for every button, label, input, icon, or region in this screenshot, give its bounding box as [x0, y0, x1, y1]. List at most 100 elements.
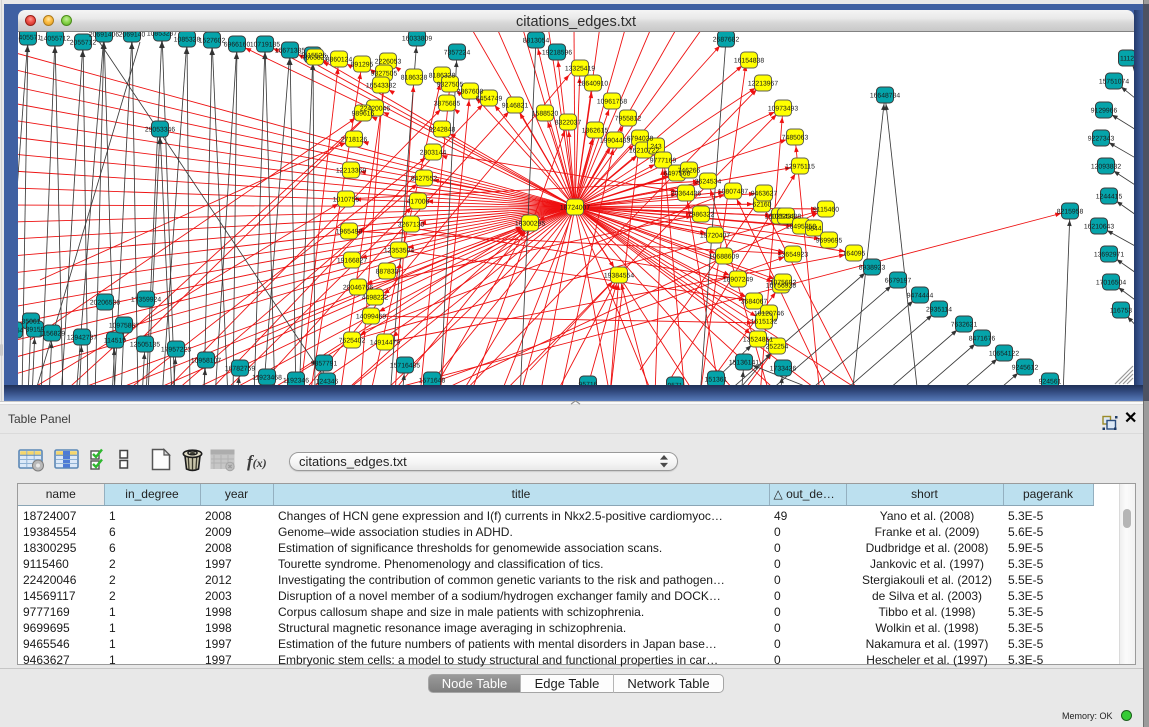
svg-text:18907249: 18907249	[723, 277, 753, 284]
svg-text:8454749: 8454749	[476, 96, 503, 103]
svg-text:95716: 95716	[579, 382, 598, 386]
svg-text:116753: 116753	[1110, 308, 1132, 315]
svg-text:12093832: 12093832	[1091, 164, 1121, 171]
svg-text:7485063: 7485063	[782, 135, 809, 142]
svg-text:10853287: 10853287	[147, 32, 177, 38]
svg-text:16120746: 16120746	[754, 311, 784, 318]
svg-text:10961758: 10961758	[597, 99, 627, 106]
svg-text:1075692: 1075692	[770, 280, 797, 287]
svg-text:19904483: 19904483	[600, 138, 630, 145]
svg-text:20691406: 20691406	[89, 32, 119, 39]
svg-text:9227343: 9227343	[1088, 136, 1115, 143]
svg-text:20364436: 20364436	[671, 191, 701, 198]
svg-text:18300295: 18300295	[515, 221, 545, 228]
svg-text:12942737: 12942737	[67, 335, 97, 342]
svg-text:17957223: 17957223	[161, 347, 191, 354]
svg-text:20046766: 20046766	[343, 285, 373, 292]
svg-text:9242848: 9242848	[429, 127, 456, 134]
svg-text:14099469: 14099469	[356, 314, 386, 321]
svg-text:10025438: 10025438	[771, 214, 801, 221]
svg-text:16210643: 16210643	[1084, 224, 1114, 231]
svg-text:8186328: 8186328	[401, 75, 428, 82]
svg-text:10975867: 10975867	[109, 323, 139, 330]
svg-text:10958107: 10958107	[191, 358, 221, 365]
svg-text:1112: 1112	[1120, 56, 1134, 63]
svg-text:9474444: 9474444	[907, 293, 934, 300]
svg-text:13524851: 13524851	[743, 337, 773, 344]
svg-text:9129966: 9129966	[1091, 108, 1118, 115]
svg-text:1085328: 1085328	[174, 37, 201, 44]
svg-text:19166827: 19166827	[337, 258, 367, 265]
svg-text:1362615: 1362615	[582, 128, 609, 135]
svg-text:62160: 62160	[753, 202, 772, 209]
svg-text:2935114: 2935114	[926, 307, 952, 314]
svg-text:39154: 39154	[18, 328, 24, 335]
svg-text:8322037: 8322037	[555, 120, 582, 127]
svg-text:15751074: 15751074	[1099, 79, 1129, 86]
svg-text:9857791: 9857791	[311, 361, 338, 368]
svg-text:12975115: 12975115	[785, 164, 815, 171]
svg-text:7632621: 7632621	[951, 322, 978, 329]
svg-text:9327505: 9327505	[371, 71, 398, 78]
svg-text:10807487: 10807487	[718, 189, 748, 196]
svg-text:7663822: 7663822	[302, 55, 329, 62]
svg-text:2803144: 2803144	[420, 150, 447, 157]
svg-text:8938923: 8938923	[859, 265, 886, 272]
svg-text:3267130: 3267130	[398, 222, 425, 229]
svg-text:1405571: 1405571	[18, 35, 41, 42]
svg-text:10688609: 10688609	[709, 254, 739, 261]
svg-text:746266: 746266	[678, 168, 701, 175]
svg-text:7986322: 7986322	[688, 212, 715, 219]
svg-text:1733426: 1733426	[770, 366, 797, 373]
svg-text:12213967: 12213967	[748, 81, 778, 88]
svg-text:14914479: 14914479	[370, 340, 400, 347]
svg-text:1010755: 1010755	[333, 197, 360, 204]
svg-text:15720407: 15720407	[700, 233, 730, 240]
svg-text:924561: 924561	[1039, 379, 1062, 386]
svg-text:17359924: 17359924	[131, 297, 161, 304]
svg-text:2718126: 2718126	[341, 137, 368, 144]
svg-text:2867608: 2867608	[457, 89, 484, 96]
svg-text:3684067: 3684067	[741, 299, 768, 306]
svg-text:243: 243	[650, 144, 662, 151]
svg-text:12505135: 12505135	[130, 342, 160, 349]
svg-text:8471676: 8471676	[969, 336, 996, 343]
svg-text:124346: 124346	[316, 379, 339, 386]
svg-text:9571: 9571	[667, 383, 682, 386]
svg-text:18724007: 18724007	[560, 205, 590, 212]
svg-text:114519: 114519	[104, 338, 126, 345]
svg-text:2055712: 2055712	[70, 40, 97, 47]
svg-text:10973493: 10973493	[768, 106, 798, 113]
svg-text:3624534: 3624534	[695, 179, 722, 186]
svg-text:13325419: 13325419	[565, 66, 595, 73]
svg-text:7625402: 7625402	[339, 338, 366, 345]
svg-text:4498222: 4498222	[362, 295, 389, 302]
svg-text:9146821: 9146821	[502, 103, 529, 110]
svg-text:7955812: 7955812	[615, 116, 642, 123]
svg-text:7357224: 7357224	[444, 50, 471, 57]
svg-text:10654122: 10654122	[989, 351, 1019, 358]
svg-text:1615132: 1615132	[751, 319, 778, 326]
svg-text:1156829: 1156829	[39, 331, 65, 338]
svg-text:8813054: 8813054	[523, 38, 550, 45]
svg-text:16648784: 16648784	[870, 93, 900, 100]
svg-text:164095: 164095	[843, 251, 866, 258]
svg-text:14055712: 14055712	[40, 36, 70, 43]
svg-text:1244415: 1244415	[1096, 194, 1123, 201]
svg-text:9777169: 9777169	[650, 158, 677, 165]
svg-text:2687682: 2687682	[713, 37, 740, 44]
svg-text:1571648: 1571648	[419, 378, 446, 385]
svg-text:16154838: 16154838	[734, 58, 764, 65]
svg-text:8860124: 8860124	[326, 57, 353, 64]
svg-text:12353594: 12353594	[384, 248, 414, 255]
svg-text:6794028: 6794028	[627, 136, 654, 143]
svg-text:1192346: 1192346	[283, 378, 309, 385]
svg-text:12213369: 12213369	[336, 168, 366, 175]
svg-text:151361: 151361	[705, 377, 728, 384]
svg-text:9115460: 9115460	[813, 207, 839, 214]
svg-text:35061: 35061	[22, 319, 41, 326]
svg-text:8427552: 8427552	[411, 176, 438, 183]
svg-text:1527602: 1527602	[199, 38, 226, 45]
svg-text:13654923: 13654923	[778, 252, 808, 259]
svg-text:17016504: 17016504	[1096, 280, 1126, 287]
